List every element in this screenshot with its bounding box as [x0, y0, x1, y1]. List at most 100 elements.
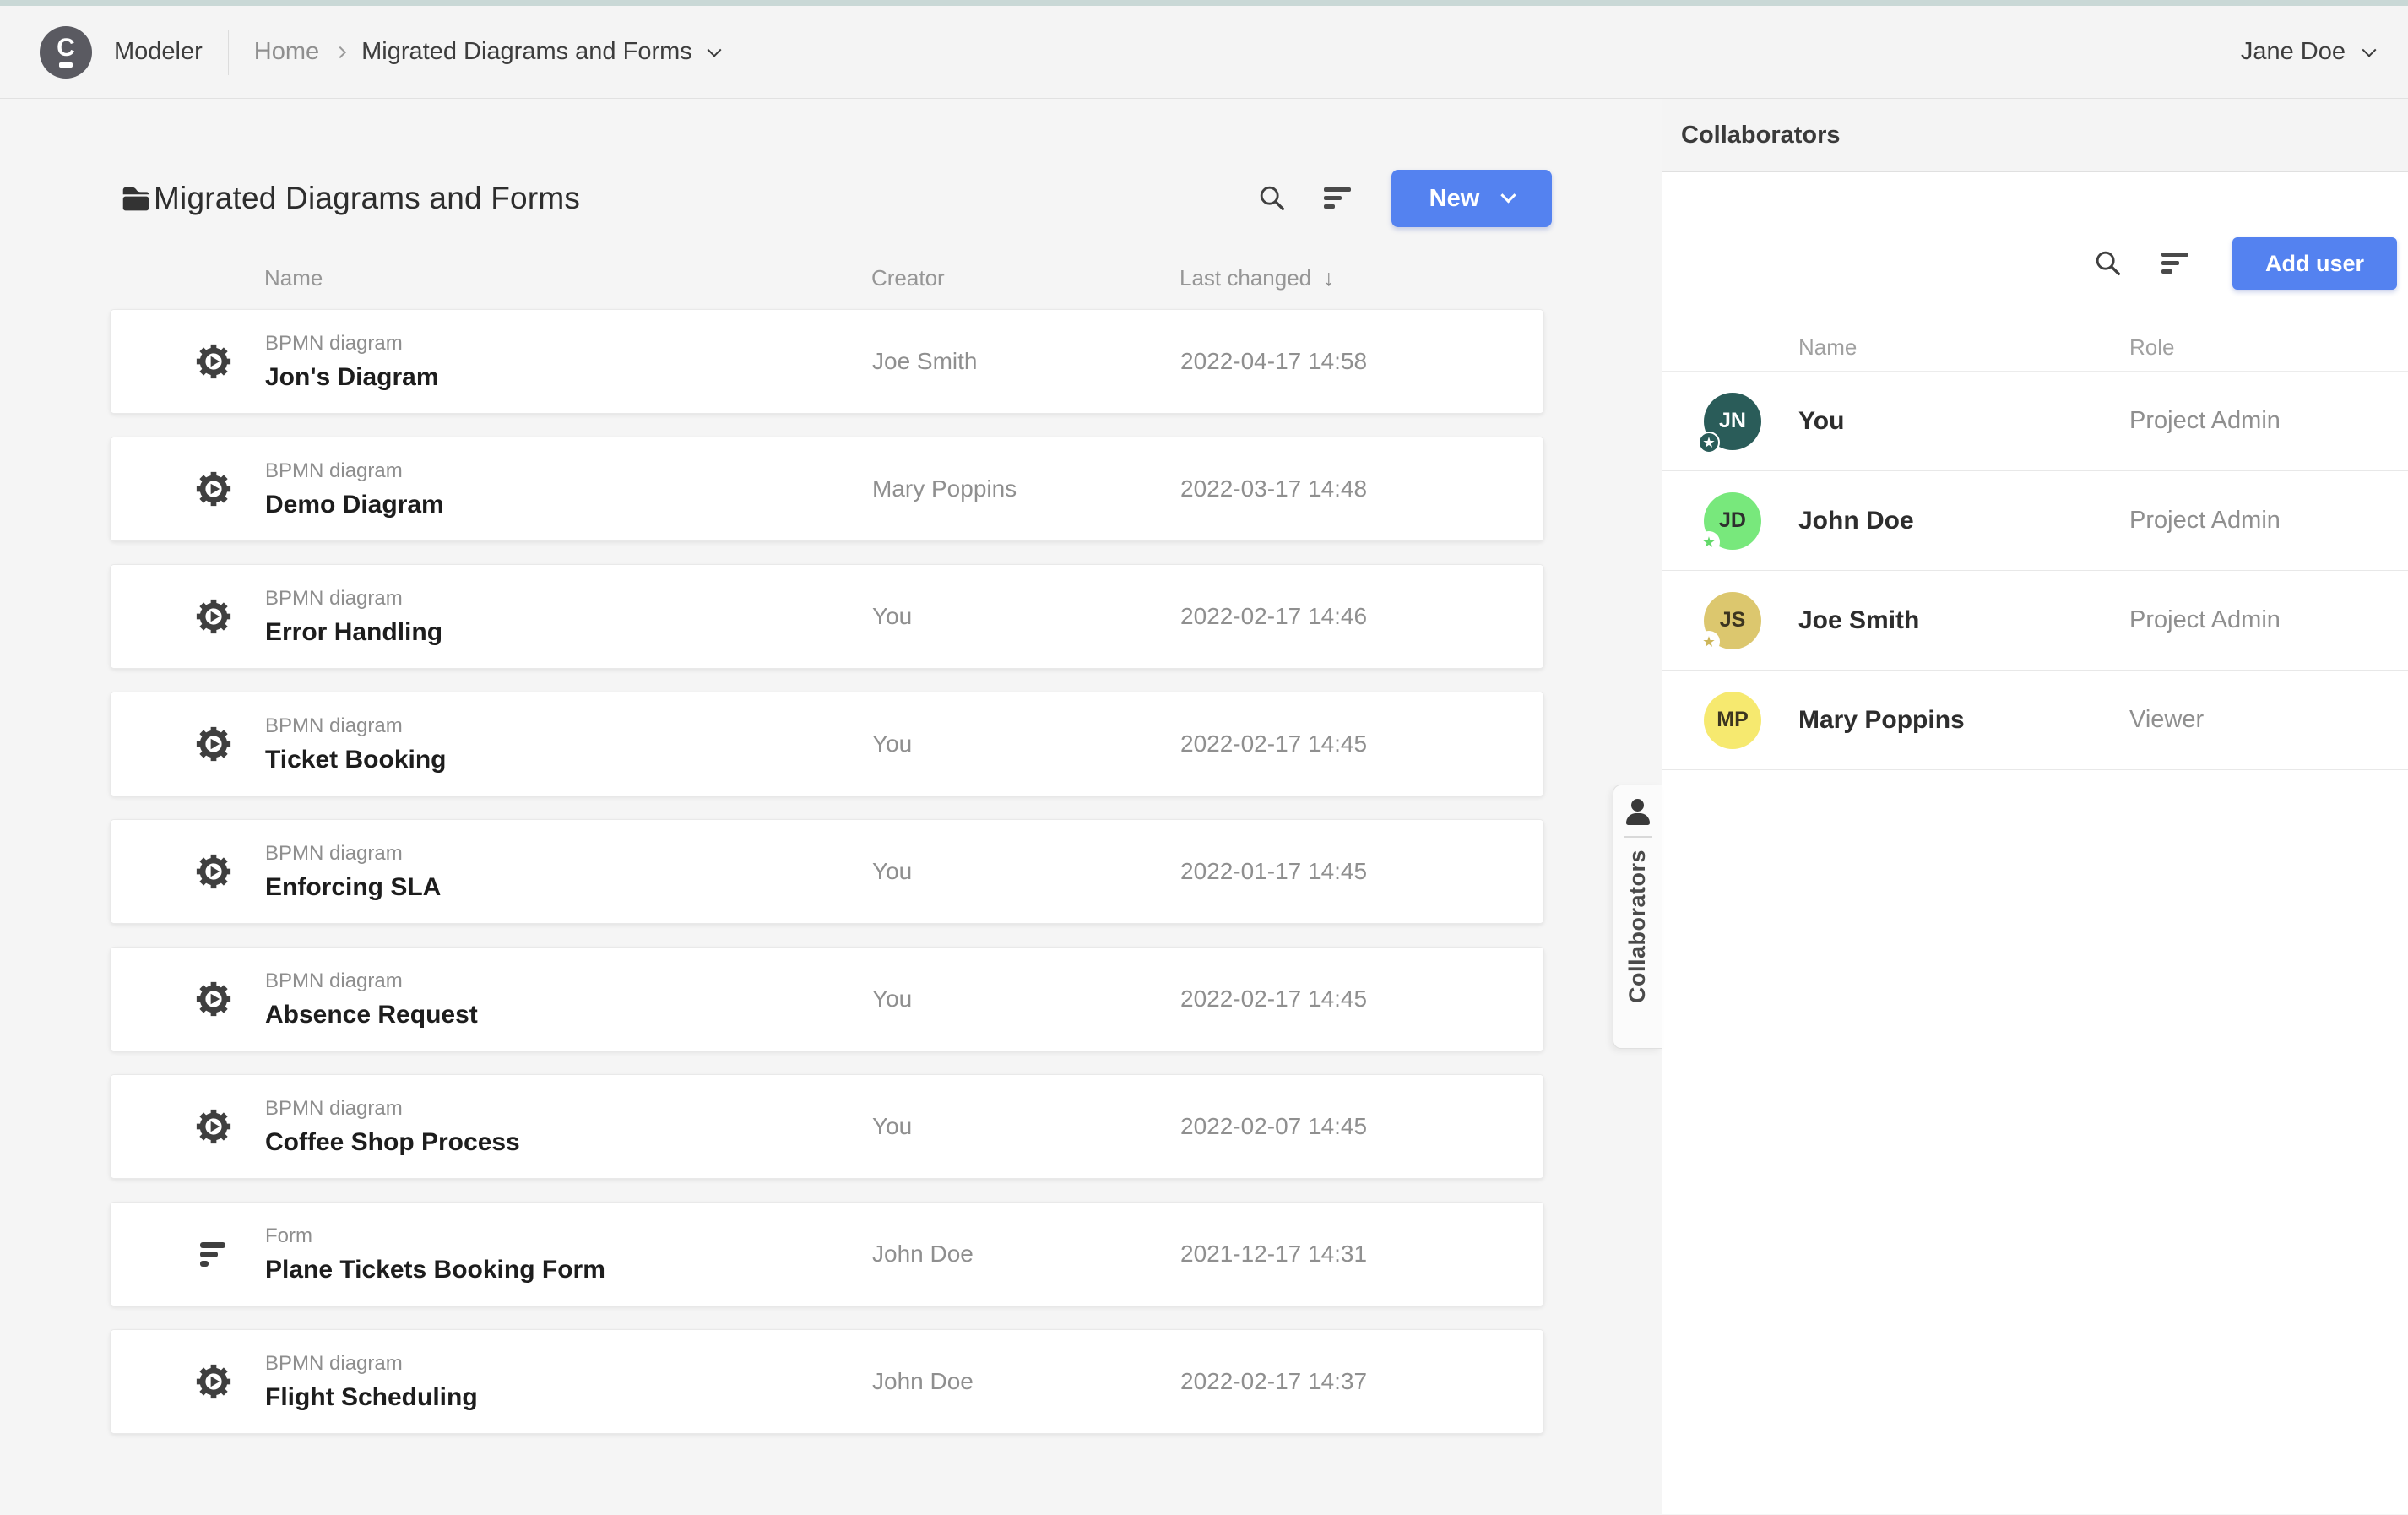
table-row[interactable]: BPMN diagram Enforcing SLA You 2022-01-1…: [110, 819, 1544, 924]
avatar-initials: MP: [1717, 708, 1749, 731]
collaborators-panel: Collaborators Add user Name Role JN ★ Yo…: [1662, 99, 2408, 1514]
table-row[interactable]: BPMN diagram Demo Diagram Mary Poppins 2…: [110, 437, 1544, 541]
user-name: Jane Doe: [2240, 38, 2346, 65]
file-list: BPMN diagram Jon's Diagram Joe Smith 202…: [110, 309, 1544, 1434]
sort-descending-icon: ↓: [1323, 264, 1335, 291]
bpmn-diagram-icon: [196, 344, 230, 379]
collaborator-role: Project Admin: [2129, 606, 2281, 633]
project-header: Migrated Diagrams and Forms New: [118, 170, 1552, 227]
file-last-changed: 2022-02-17 14:37: [1180, 1368, 1368, 1394]
file-type-label: BPMN diagram: [265, 1351, 403, 1375]
file-name: Flight Scheduling: [265, 1382, 478, 1411]
file-last-changed: 2022-02-17 14:45: [1180, 730, 1368, 757]
collaborators-panel-header: Collaborators: [1662, 99, 2408, 172]
folder-icon: [122, 187, 149, 211]
file-last-changed: 2022-02-07 14:45: [1180, 1113, 1368, 1139]
collaborators-tab[interactable]: Collaborators: [1613, 785, 1662, 1049]
avatar: MP: [1704, 691, 1761, 749]
file-last-changed: 2022-01-17 14:45: [1180, 858, 1368, 884]
avatar-initials: JD: [1719, 508, 1746, 532]
bpmn-diagram-icon: [196, 1364, 230, 1399]
sort-icon[interactable]: [2161, 252, 2190, 274]
add-user-button[interactable]: Add user: [2232, 237, 2397, 290]
bpmn-diagram-icon: [196, 1109, 230, 1144]
collaborator-row[interactable]: MP Mary Poppins Viewer: [1662, 671, 2408, 770]
avatar: JN ★: [1698, 392, 1761, 453]
column-header-name[interactable]: Name: [264, 265, 871, 291]
breadcrumb-current[interactable]: Migrated Diagrams and Forms: [361, 38, 692, 66]
top-bar: C Modeler Home Migrated Diagrams and For…: [0, 6, 2408, 99]
column-header-role: Role: [2129, 334, 2175, 360]
collaborator-row[interactable]: JS ★ Joe Smith Project Admin: [1662, 571, 2408, 671]
file-type-label: BPMN diagram: [265, 1096, 403, 1120]
search-icon[interactable]: [2092, 247, 2124, 280]
person-icon: [1625, 799, 1650, 825]
chevron-down-icon[interactable]: [707, 42, 722, 57]
new-button-label: New: [1429, 184, 1480, 212]
bpmn-diagram-icon: [196, 981, 230, 1017]
table-row[interactable]: Form Plane Tickets Booking Form John Doe…: [110, 1202, 1544, 1306]
file-name: Enforcing SLA: [265, 872, 442, 901]
file-creator: Mary Poppins: [872, 475, 1017, 502]
collaborators-toolbar: Add user: [1662, 237, 2408, 290]
add-user-button-label: Add user: [2264, 250, 2365, 276]
top-accent-strip: [0, 0, 2408, 6]
collaborator-name: Mary Poppins: [1798, 705, 1965, 734]
tab-divider: [1623, 836, 1652, 838]
search-icon[interactable]: [1256, 182, 1288, 214]
file-type-label: Form: [265, 1224, 312, 1247]
chevron-down-icon: [2362, 42, 2377, 57]
new-button[interactable]: New: [1391, 170, 1552, 227]
table-row[interactable]: BPMN diagram Flight Scheduling John Doe …: [110, 1329, 1544, 1434]
form-icon: [199, 1242, 225, 1267]
file-creator: You: [872, 730, 913, 757]
logo-bar: [59, 62, 73, 68]
table-row[interactable]: BPMN diagram Coffee Shop Process You 202…: [110, 1074, 1544, 1179]
file-last-changed: 2022-02-17 14:46: [1180, 603, 1368, 629]
file-creator: Joe Smith: [872, 348, 978, 374]
table-row[interactable]: BPMN diagram Jon's Diagram Joe Smith 202…: [110, 309, 1544, 414]
collaborators-title: Collaborators: [1681, 121, 1841, 149]
column-header-last-changed[interactable]: Last changed ↓: [1180, 265, 1544, 291]
user-menu[interactable]: Jane Doe: [2240, 38, 2377, 66]
file-type-label: BPMN diagram: [265, 331, 403, 355]
topbar-divider: [227, 29, 229, 75]
avatar-initials: JS: [1719, 608, 1746, 632]
table-row[interactable]: BPMN diagram Error Handling You 2022-02-…: [110, 564, 1544, 669]
file-creator: You: [872, 1113, 913, 1139]
file-last-changed: 2021-12-17 14:31: [1180, 1241, 1368, 1267]
admin-star-badge: ★: [1698, 630, 1720, 653]
column-header-creator[interactable]: Creator: [871, 265, 1180, 291]
table-row[interactable]: BPMN diagram Ticket Booking You 2022-02-…: [110, 692, 1544, 796]
collaborators-table-header: Name Role: [1662, 332, 2408, 372]
breadcrumb-home[interactable]: Home: [254, 38, 319, 66]
bpmn-diagram-icon: [196, 599, 230, 634]
breadcrumb: Home Migrated Diagrams and Forms: [254, 38, 722, 66]
file-creator: You: [872, 603, 913, 629]
admin-star-badge: ★: [1698, 431, 1720, 453]
file-name: Coffee Shop Process: [265, 1127, 520, 1156]
camunda-logo[interactable]: C: [40, 25, 92, 79]
file-name: Ticket Booking: [265, 745, 447, 774]
file-name: Jon's Diagram: [265, 362, 439, 391]
collaborator-name: John Doe: [1798, 506, 1914, 535]
collaborators-tab-label: Collaborators: [1624, 850, 1650, 1004]
table-row[interactable]: BPMN diagram Absence Request You 2022-02…: [110, 947, 1544, 1051]
bpmn-diagram-icon: [196, 471, 230, 507]
app-name[interactable]: Modeler: [114, 38, 203, 66]
collaborator-role: Viewer: [2129, 706, 2205, 733]
file-name: Demo Diagram: [265, 490, 444, 519]
collaborator-role: Project Admin: [2129, 407, 2281, 434]
column-header-name: Name: [1798, 334, 1858, 360]
collaborator-row[interactable]: JD ★ John Doe Project Admin: [1662, 471, 2408, 571]
collaborator-row[interactable]: JN ★ You Project Admin: [1662, 372, 2408, 471]
file-type-label: BPMN diagram: [265, 714, 403, 737]
collaborators-list: JN ★ You Project Admin JD ★ John Doe Pro…: [1662, 372, 2408, 770]
avatar: JD ★: [1698, 491, 1761, 553]
file-creator: John Doe: [872, 1368, 974, 1394]
bpmn-diagram-icon: [196, 854, 230, 889]
sort-icon[interactable]: [1324, 187, 1353, 209]
file-creator: John Doe: [872, 1241, 974, 1267]
file-creator: You: [872, 858, 913, 884]
file-type-label: BPMN diagram: [265, 841, 403, 865]
